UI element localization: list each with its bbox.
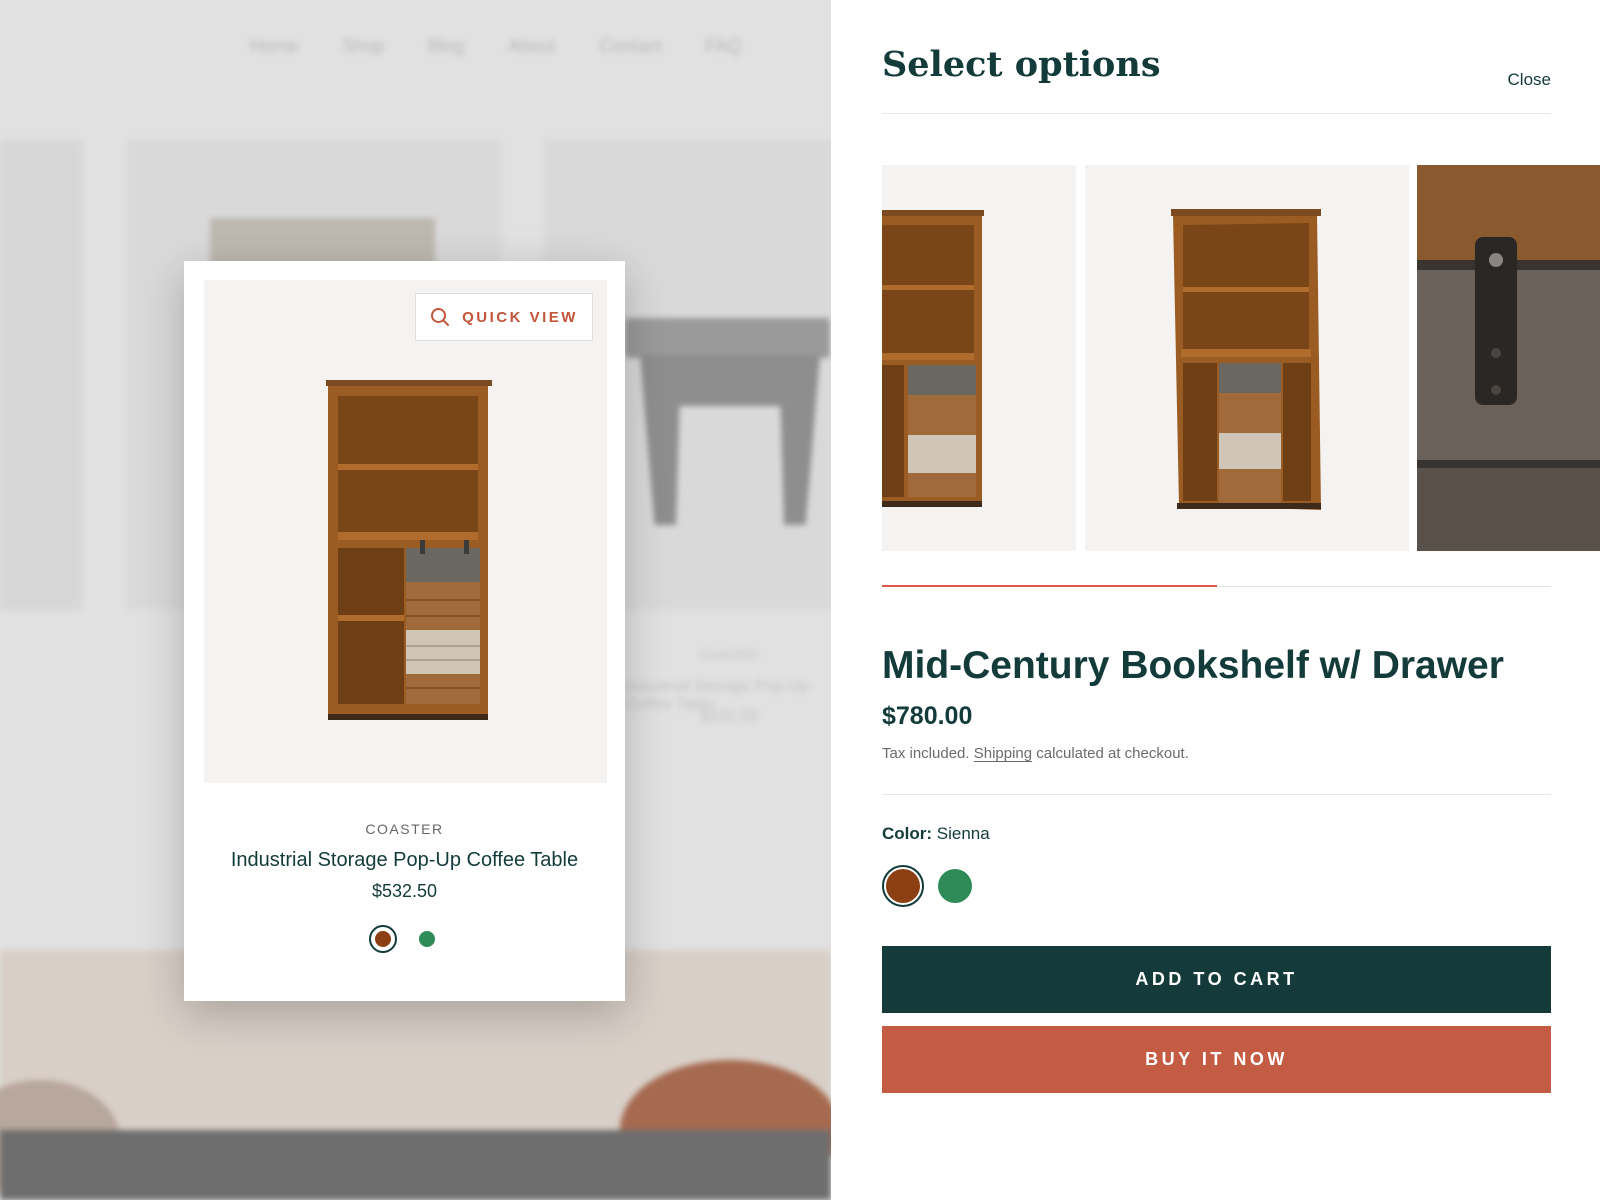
bg-product-card (0, 140, 82, 610)
swatch-dot (938, 869, 972, 903)
gallery-progress (882, 585, 1551, 587)
tax-note: Tax included. Shipping calculated at che… (882, 745, 1189, 762)
buy-it-now-button[interactable]: BUY IT NOW (882, 1026, 1551, 1093)
color-selector-label: Color: Sienna (882, 824, 990, 844)
checkout-text: calculated at checkout. (1036, 745, 1189, 762)
swatch-sienna[interactable] (882, 865, 924, 907)
bg-nav-about: About (508, 36, 556, 56)
bg-nav-contact: Contact (599, 36, 662, 56)
product-gallery[interactable] (882, 165, 1600, 551)
bg-nav-shop: Shop (342, 36, 385, 56)
gallery-image-3[interactable] (1417, 165, 1600, 551)
bg-nav-blog: Blog (428, 36, 465, 56)
bookshelf-angle-image (1171, 209, 1321, 510)
shipping-link[interactable]: Shipping (974, 745, 1032, 762)
quick-view-button[interactable]: QUICK VIEW (415, 293, 593, 341)
card-swatch-sienna[interactable] (368, 925, 397, 953)
swatch-dot (418, 931, 435, 947)
product-card-vendor: COASTER (365, 821, 444, 837)
gallery-image-1[interactable] (882, 165, 1076, 551)
bg-vendor: COASTER (700, 648, 759, 662)
background-nav: Home Shop Blog About Contact FAQ (250, 36, 741, 57)
quick-view-label: QUICK VIEW (462, 308, 578, 326)
gallery-image-2[interactable] (1085, 165, 1409, 551)
bg-sofa (0, 1130, 831, 1200)
product-card-title[interactable]: Industrial Storage Pop-Up Coffee Table (184, 849, 625, 872)
divider (882, 794, 1551, 795)
product-card-price: $532.50 (371, 881, 438, 901)
swatch-green[interactable] (934, 865, 976, 907)
drawer-title: Select options (882, 44, 1161, 85)
bg-nav-home: Home (250, 36, 299, 56)
divider (882, 113, 1551, 114)
bg-price: $532.50 (700, 708, 758, 725)
bookshelf-image (326, 380, 492, 720)
hardware-detail-image (1417, 165, 1600, 551)
bg-product-image (625, 318, 830, 358)
select-options-drawer: Select options Close Mid-Century Bookshe… (831, 0, 1600, 1200)
swatch-dot (374, 931, 391, 947)
gallery-progress-fill (882, 585, 1217, 587)
close-button[interactable]: Close (1508, 70, 1551, 90)
swatch-dot (886, 869, 920, 903)
card-swatch-green[interactable] (413, 925, 441, 953)
color-value: Sienna (936, 824, 990, 843)
color-label: Color: (882, 824, 933, 843)
product-price: $780.00 (882, 702, 973, 730)
tax-included-text: Tax included. (882, 745, 970, 762)
product-card-image[interactable]: QUICK VIEW (204, 280, 607, 783)
search-icon (431, 308, 450, 326)
color-swatches (882, 865, 976, 907)
bg-nav-faq: FAQ (705, 36, 742, 56)
product-title: Mid-Century Bookshelf w/ Drawer (882, 644, 1504, 687)
product-card[interactable]: QUICK VIEW COASTER Industrial Storage Po… (184, 261, 625, 1001)
bookshelf-front-image (882, 210, 984, 507)
add-to-cart-button[interactable]: ADD TO CART (882, 946, 1551, 1013)
product-card-swatches (184, 925, 625, 953)
